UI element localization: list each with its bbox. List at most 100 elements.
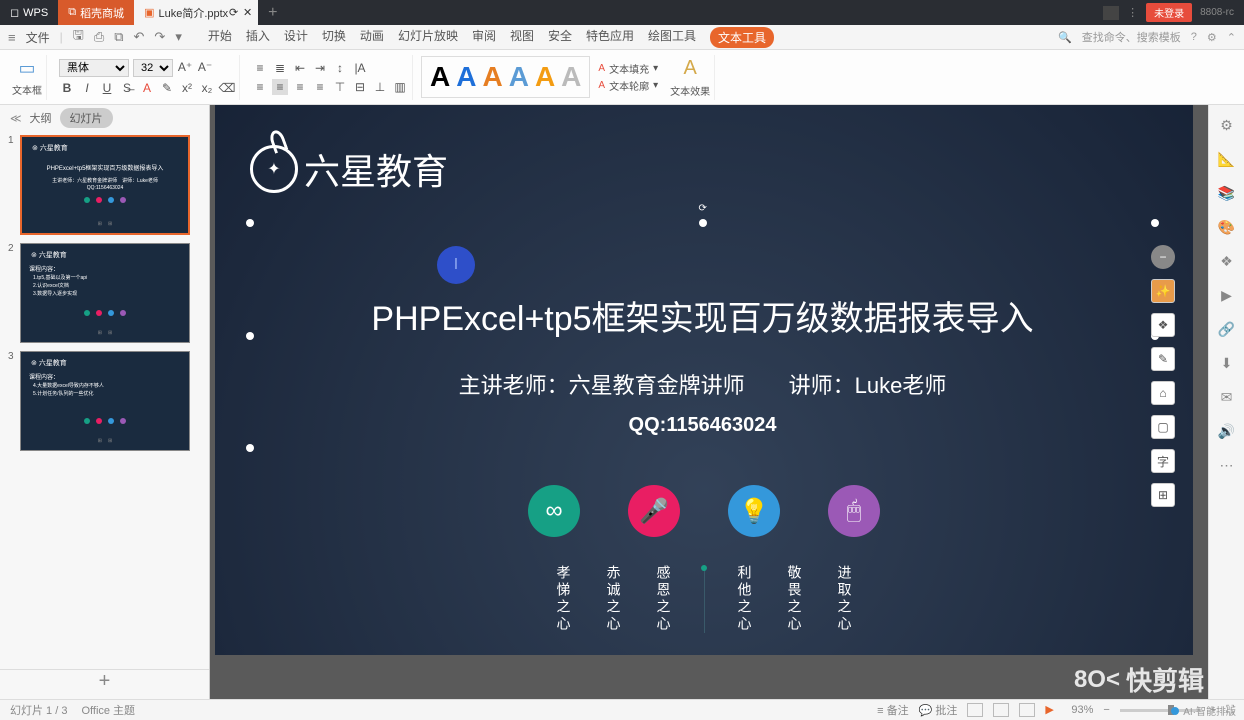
spacing-icon[interactable]: ↕ (332, 60, 348, 76)
handle-top-mid[interactable] (699, 219, 707, 227)
handle-bot-left[interactable] (246, 444, 254, 452)
animation-pane-icon[interactable]: ▶ (1217, 285, 1237, 305)
text-outline-icon[interactable]: A (598, 80, 605, 91)
thumbnail-1[interactable]: ⊚ 六星教育 PHPExcel+tp5框架实现百万级数据报表导入 主讲老师：六星… (20, 135, 190, 235)
align-right-icon[interactable]: ≡ (292, 79, 308, 95)
tab-start[interactable]: 开始 (208, 27, 232, 48)
outline-tab[interactable]: 大纲 (30, 110, 52, 126)
slide-title[interactable]: PHPExcel+tp5框架实现百万级数据报表导入 (250, 291, 1155, 340)
new-tab-button[interactable]: + (258, 4, 287, 22)
hamburger-icon[interactable]: ≡ (8, 30, 16, 45)
handle-rotate[interactable]: ⟳ (699, 203, 707, 211)
reading-view-icon[interactable] (1019, 703, 1035, 717)
tab-transition[interactable]: 切换 (322, 27, 346, 48)
highlight-button[interactable]: ✎ (159, 80, 175, 96)
text-effect-icon[interactable]: A (683, 57, 696, 80)
print-icon[interactable]: ⎙ (94, 29, 104, 45)
align-bottom-icon[interactable]: ⊥ (372, 79, 388, 95)
grid-icon[interactable]: ⊞ (1151, 483, 1175, 507)
underline-button[interactable]: U (99, 80, 115, 96)
notes-button[interactable]: ≡ 备注 (877, 702, 908, 718)
text-outline-label[interactable]: 文本轮廓 (609, 78, 649, 93)
increase-font-icon[interactable]: A⁺ (177, 59, 193, 75)
tab-animation[interactable]: 动画 (360, 27, 384, 48)
number-list-icon[interactable]: ≣ (272, 60, 288, 76)
refresh-icon[interactable]: ⟳ (229, 6, 238, 19)
redo-icon[interactable]: ↷ (154, 29, 165, 45)
thumbnail-3[interactable]: ⊚ 六星教育 课程内容： 4.大量数据excel导致内存不够人 5.计划任务/队… (20, 351, 190, 451)
ruler-icon[interactable]: 📐 (1217, 149, 1237, 169)
ai-label[interactable]: AI·智能排版 (1171, 703, 1236, 718)
save-icon[interactable]: 🖫 (73, 26, 84, 48)
link-icon[interactable]: 🔗 (1217, 319, 1237, 339)
tab-docer[interactable]: ⧉稻壳商城 (58, 0, 134, 25)
tab-text-tools[interactable]: 文本工具 (710, 27, 774, 48)
properties-icon[interactable]: ⚙ (1217, 115, 1237, 135)
undo-icon[interactable]: ↶ (134, 29, 145, 45)
normal-view-icon[interactable] (967, 703, 983, 717)
frame-icon[interactable]: ▢ (1151, 415, 1175, 439)
subscript-button[interactable]: x₂ (199, 80, 215, 96)
collapse-side-icon[interactable]: − (1151, 245, 1175, 269)
indent-left-icon[interactable]: ⇤ (292, 60, 308, 76)
wordart-style-4[interactable]: A (509, 61, 529, 93)
font-icon[interactable]: 字 (1151, 449, 1175, 473)
decrease-font-icon[interactable]: A⁻ (197, 59, 213, 75)
tab-drawing[interactable]: 绘图工具 (648, 27, 696, 48)
handle-top-left[interactable] (246, 219, 254, 227)
bold-button[interactable]: B (59, 80, 75, 96)
text-fill-icon[interactable]: A (598, 63, 605, 74)
align-top-icon[interactable]: ⊤ (332, 79, 348, 95)
text-fill-label[interactable]: 文本填充 (609, 61, 649, 76)
wordart-style-6[interactable]: A (561, 61, 581, 93)
handle-top-right[interactable] (1151, 219, 1159, 227)
comments-button[interactable]: 💬 批注 (919, 702, 958, 718)
more-icon[interactable]: ⋯ (1217, 455, 1237, 475)
download-icon[interactable]: ⬇ (1217, 353, 1237, 373)
sorter-view-icon[interactable] (993, 703, 1009, 717)
search-placeholder[interactable]: 查找命令、搜索模板 (1082, 29, 1181, 45)
window-control-icon[interactable] (1103, 6, 1119, 20)
login-button[interactable]: 未登录 (1146, 3, 1192, 22)
tab-insert[interactable]: 插入 (246, 27, 270, 48)
wordart-style-1[interactable]: A (430, 61, 450, 93)
close-tab-icon[interactable]: ✕ (243, 6, 252, 19)
slide-subtitle[interactable]: 主讲老师：六星教育金牌讲师 讲师：Luke老师 (250, 368, 1155, 400)
bullet-list-icon[interactable]: ≡ (252, 60, 268, 76)
wps-home-tab[interactable]: ◻WPS (0, 0, 58, 25)
menu-icon[interactable]: ⋮ (1127, 6, 1138, 19)
library-icon[interactable]: 📚 (1217, 183, 1237, 203)
align-center-icon[interactable]: ≡ (272, 79, 288, 95)
collapse-ribbon-icon[interactable]: ⌃ (1227, 31, 1236, 44)
textbox-icon[interactable]: ▭ (18, 58, 35, 79)
selected-textbox[interactable]: ⟳ I PHPExcel+tp5框架实现百万级数据报表导入 主讲老师：六星教育金… (250, 223, 1155, 448)
slide-canvas[interactable]: 六星教育 ⟳ I PHPExcel+tp5框架实现百万级数据报表导入 主讲老师：… (215, 105, 1193, 655)
font-color-button[interactable]: A (139, 80, 155, 96)
tab-review[interactable]: 审阅 (472, 27, 496, 48)
slides-tab[interactable]: 幻灯片 (60, 108, 113, 128)
pen-icon[interactable]: ✎ (1151, 347, 1175, 371)
tab-design[interactable]: 设计 (284, 27, 308, 48)
dropdown-icon[interactable]: ▾ (175, 29, 182, 45)
search-icon[interactable]: 🔍 (1058, 31, 1072, 44)
align-justify-icon[interactable]: ≡ (312, 79, 328, 95)
wordart-gallery[interactable]: A A A A A A (421, 56, 590, 98)
align-middle-icon[interactable]: ⊟ (352, 79, 368, 95)
font-select[interactable]: 黑体 (59, 59, 129, 77)
beautify-icon[interactable]: ✨ (1151, 279, 1175, 303)
indent-right-icon[interactable]: ⇥ (312, 60, 328, 76)
text-direction-icon[interactable]: |A (352, 60, 368, 76)
tab-view[interactable]: 视图 (510, 27, 534, 48)
tab-slideshow[interactable]: 幻灯片放映 (398, 27, 458, 48)
image-icon[interactable]: ⌂ (1151, 381, 1175, 405)
tab-security[interactable]: 安全 (548, 27, 572, 48)
clear-format-button[interactable]: ⌫ (219, 80, 235, 96)
italic-button[interactable]: I (79, 80, 95, 96)
sound-icon[interactable]: 🔊 (1217, 421, 1237, 441)
settings-icon[interactable]: ⚙ (1207, 31, 1217, 44)
handle-mid-left[interactable] (246, 332, 254, 340)
tab-featured[interactable]: 特色应用 (586, 27, 634, 48)
style-icon[interactable]: 🎨 (1217, 217, 1237, 237)
align-left-icon[interactable]: ≡ (252, 79, 268, 95)
tab-document-active[interactable]: ▣ Luke简介.pptx ⟳ ✕ (134, 0, 258, 25)
